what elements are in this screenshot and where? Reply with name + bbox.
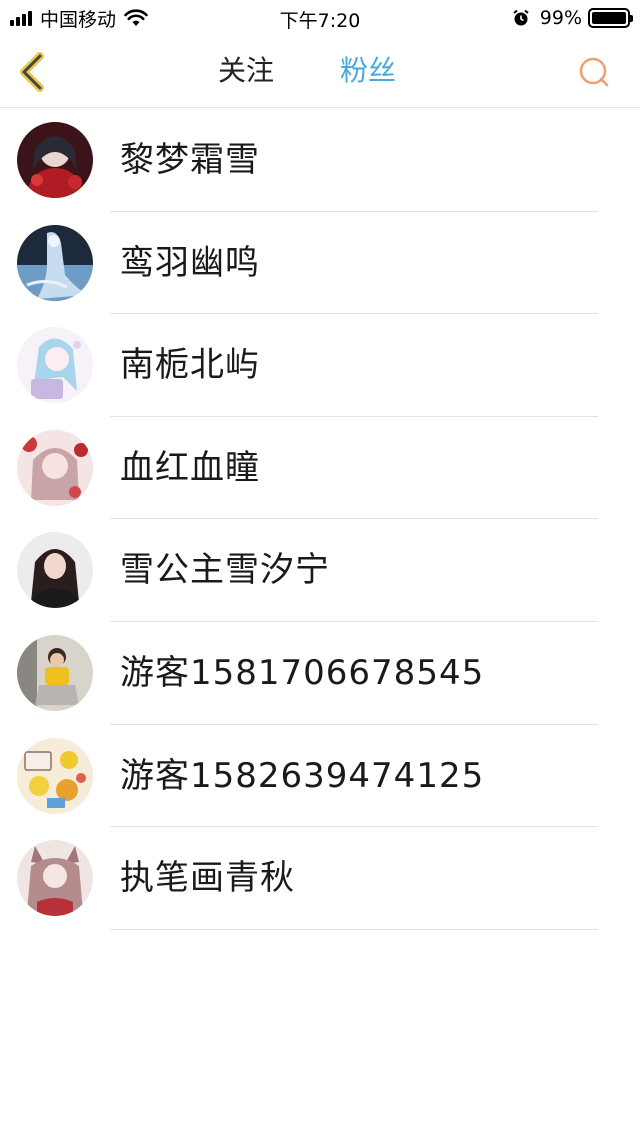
avatar-anime-red-girl[interactable] bbox=[17, 122, 93, 198]
fan-name: 鸾羽幽鸣 bbox=[120, 242, 260, 283]
status-bar: 中国移动 下午7:20 99% bbox=[0, 0, 640, 36]
alarm-icon bbox=[513, 9, 529, 26]
list-item[interactable]: 南栀北屿 bbox=[0, 314, 640, 417]
list-item[interactable]: 鸾羽幽鸣 bbox=[0, 212, 640, 315]
list-item[interactable]: 血红血瞳 bbox=[0, 417, 640, 520]
list-item[interactable]: 游客1581706678545 bbox=[0, 622, 640, 725]
tab-follow[interactable]: 关注 bbox=[218, 53, 274, 89]
list-item[interactable]: 雪公主雪汐宁 bbox=[0, 519, 640, 622]
battery-percent: 99% bbox=[539, 7, 582, 29]
avatar-photo-dark-hair-girl[interactable] bbox=[17, 532, 93, 609]
fan-name: 黎梦霜雪 bbox=[120, 140, 260, 180]
list-item[interactable]: 黎梦霜雪 bbox=[0, 109, 640, 212]
fan-name: 执笔画青秋 bbox=[120, 858, 295, 899]
tab-fans[interactable]: 粉丝 bbox=[340, 53, 396, 89]
avatar-cartoon-pile[interactable] bbox=[17, 737, 93, 814]
fan-name: 雪公主雪汐宁 bbox=[120, 550, 330, 591]
tab-bar: 关注 粉丝 bbox=[0, 36, 640, 108]
avatar-anime-fox-girl[interactable] bbox=[17, 840, 93, 917]
search-icon[interactable] bbox=[578, 56, 610, 88]
divider bbox=[110, 928, 598, 930]
list-item[interactable]: 执笔画青秋 bbox=[0, 827, 640, 930]
fan-name: 南栀北屿 bbox=[120, 345, 260, 386]
fan-name: 游客1581706678545 bbox=[120, 652, 485, 693]
fan-name: 血红血瞳 bbox=[120, 447, 260, 488]
fan-list: 黎梦霜雪 鸾羽幽鸣 南栀北屿 血红血瞳 雪公主雪汐宁 游客15817066785… bbox=[0, 109, 640, 930]
avatar-anime-light-blue-girl[interactable] bbox=[17, 327, 93, 404]
battery-icon bbox=[588, 8, 633, 28]
avatar-photo-sitting-kid[interactable] bbox=[17, 634, 93, 711]
battery-fill bbox=[592, 12, 626, 24]
avatar-anime-pink-girl[interactable] bbox=[17, 429, 93, 506]
fan-name: 游客1582639474125 bbox=[120, 755, 485, 796]
status-right: 99% bbox=[512, 6, 633, 30]
list-item[interactable]: 游客1582639474125 bbox=[0, 725, 640, 828]
nav-bar: 关注 粉丝 bbox=[0, 36, 640, 108]
avatar-anime-blue-ghost[interactable] bbox=[17, 224, 93, 301]
